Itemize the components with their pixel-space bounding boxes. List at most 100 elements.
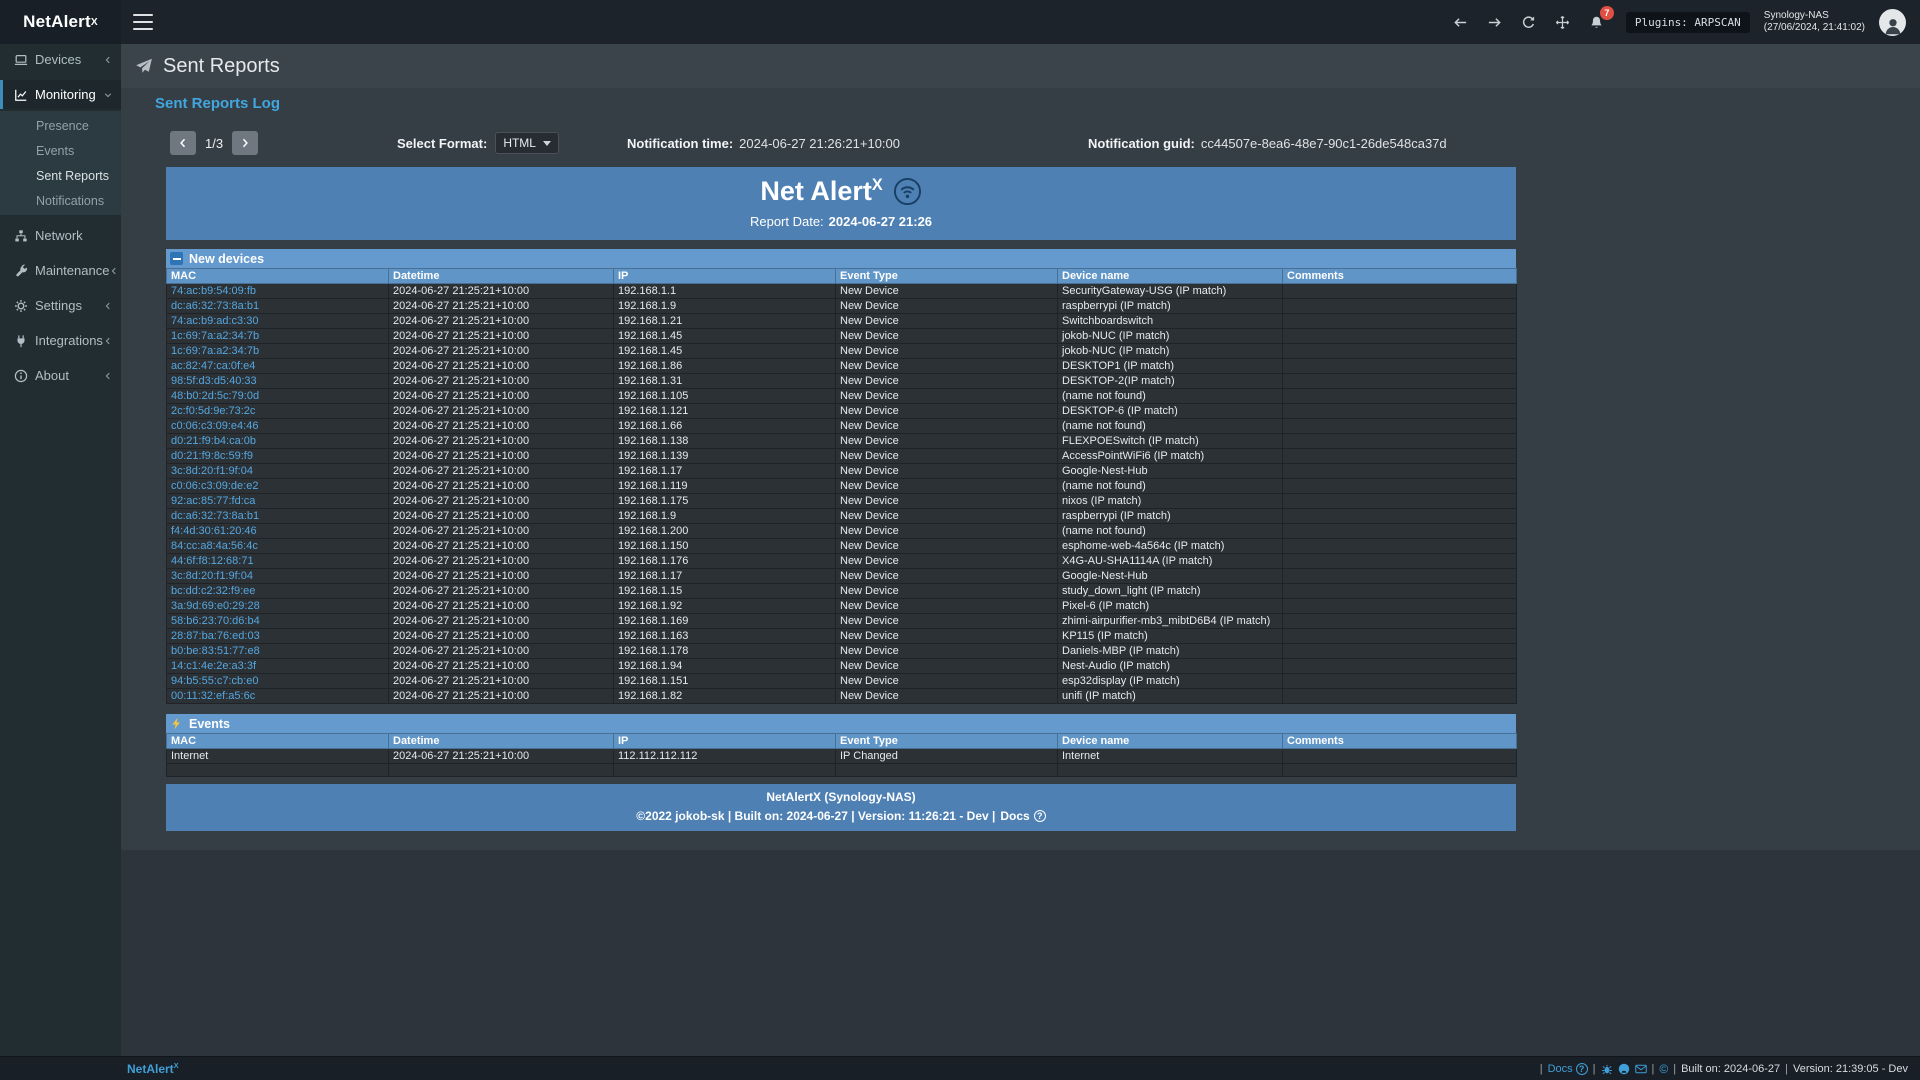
mac-link[interactable]: 1c:69:7a:a2:34:7b <box>171 345 259 357</box>
sidebar-item-settings[interactable]: Settings <box>0 291 121 320</box>
table-cell: Google-Nest-Hub <box>1058 569 1283 584</box>
table-cell: Daniels-MBP (IP match) <box>1058 644 1283 659</box>
mac-link[interactable]: c0:06:c3:09:e4:46 <box>171 420 258 432</box>
mac-link[interactable]: 94:b5:55:c7:cb:e0 <box>171 675 258 687</box>
mac-link[interactable]: c0:06:c3:09:de:e2 <box>171 480 258 492</box>
github-link[interactable] <box>1618 1063 1630 1075</box>
sent-reports-log-link[interactable]: Sent Reports Log <box>155 95 280 112</box>
format-select[interactable]: HTML <box>495 132 559 154</box>
table-cell: 192.168.1.176 <box>614 554 836 569</box>
table-cell: Nest-Audio (IP match) <box>1058 659 1283 674</box>
sidebar-item-sent-reports[interactable]: Sent Reports <box>0 163 121 188</box>
column-header: Device name <box>1058 269 1283 284</box>
mac-link[interactable]: 2c:f0:5d:9e:73:2c <box>171 405 255 417</box>
footer-brand-link[interactable]: NetAlertX <box>127 1061 178 1076</box>
mac-link[interactable]: 74:ac:b9:ad:c3:30 <box>171 315 258 327</box>
chart-icon <box>14 88 28 102</box>
sidebar-item-presence[interactable]: Presence <box>0 113 121 138</box>
mac-link[interactable]: dc:a6:32:73:8a:b1 <box>171 300 259 312</box>
mac-link[interactable]: 3c:8d:20:f1:9f:04 <box>171 570 253 582</box>
sidebar-item-integrations[interactable]: Integrations <box>0 326 121 355</box>
mac-link[interactable]: 3c:8d:20:f1:9f:04 <box>171 465 253 477</box>
mac-link[interactable]: 3a:9d:69:e0:29:28 <box>171 600 260 612</box>
table-cell: 192.168.1.31 <box>614 374 836 389</box>
table-cell: zhimi-airpurifier-mb3_mibtD6B4 (IP match… <box>1058 614 1283 629</box>
sidebar-item-notifications[interactable]: Notifications <box>0 188 121 213</box>
user-avatar[interactable] <box>1879 9 1906 36</box>
table-cell: X4G-AU-SHA1114A (IP match) <box>1058 554 1283 569</box>
mac-link[interactable]: 48:b0:2d:5c:79:0d <box>171 390 259 402</box>
brand-logo[interactable]: NetAlertX <box>0 0 121 44</box>
table-cell: 3c:8d:20:f1:9f:04 <box>167 569 389 584</box>
sidebar-toggle-icon[interactable] <box>133 14 153 30</box>
sidebar-item-monitoring[interactable]: Monitoring <box>0 80 121 109</box>
table-cell: 14:c1:4e:2e:a3:3f <box>167 659 389 674</box>
table-cell: DESKTOP1 (IP match) <box>1058 359 1283 374</box>
mac-link[interactable]: f4:4d:30:61:20:46 <box>171 525 257 537</box>
sidebar-item-events[interactable]: Events <box>0 138 121 163</box>
mac-link[interactable]: 84:cc:a8:4a:56:4c <box>171 540 258 552</box>
mac-link[interactable]: d0:21:f9:b4:ca:0b <box>171 435 256 447</box>
mail-icon <box>1635 1063 1647 1075</box>
sidebar-item-about[interactable]: About <box>0 361 121 390</box>
notifications-bell-button[interactable]: 7 <box>1584 9 1610 35</box>
footer-brand-sup: X <box>174 1061 179 1070</box>
email-link[interactable] <box>1635 1063 1647 1075</box>
table-cell <box>1283 404 1517 419</box>
mac-link[interactable]: 58:b6:23:70:d6:b4 <box>171 615 260 627</box>
table-row: c0:06:c3:09:de:e2 2024-06-27 21:25:21+10:… <box>167 479 1517 494</box>
mac-link[interactable]: b0:be:83:51:77:e8 <box>171 645 260 657</box>
table-row: 1c:69:7a:a2:34:7b 2024-06-27 21:25:21+10:… <box>167 329 1517 344</box>
mac-link[interactable]: 98:5f:d3:d5:40:33 <box>171 375 257 387</box>
sidebar-item-devices[interactable]: Devices <box>0 45 121 74</box>
table-cell <box>1283 644 1517 659</box>
next-page-button[interactable] <box>232 131 258 155</box>
column-header: Datetime <box>389 269 614 284</box>
table-cell: 2c:f0:5d:9e:73:2c <box>167 404 389 419</box>
mac-link[interactable]: bc:dd:c2:32:f9:ee <box>171 585 255 597</box>
report-docs-link[interactable]: Docs <box>1000 809 1045 823</box>
plugins-badge[interactable]: Plugins: ARPSCAN <box>1626 12 1750 33</box>
table-cell: Switchboardswitch <box>1058 314 1283 329</box>
nav-back-button[interactable] <box>1448 9 1474 35</box>
mac-link[interactable]: 1c:69:7a:a2:34:7b <box>171 330 259 342</box>
refresh-button[interactable] <box>1516 9 1542 35</box>
table-cell: 192.168.1.1 <box>614 284 836 299</box>
table-cell: New Device <box>836 314 1058 329</box>
mac-link[interactable]: 44:6f:f8:12:68:71 <box>171 555 254 567</box>
bug-report-link[interactable] <box>1601 1063 1613 1075</box>
table-cell: 2024-06-27 21:25:21+10:00 <box>389 479 614 494</box>
mac-link[interactable]: 92:ac:85:77:fd:ca <box>171 495 255 507</box>
report-footer-meta: ©2022 jokob-sk | Built on: 2024-06-27 | … <box>166 809 1516 823</box>
mac-link[interactable]: ac:82:47:ca:0f:e4 <box>171 360 255 372</box>
table-cell: 84:cc:a8:4a:56:4c <box>167 539 389 554</box>
table-cell <box>1283 524 1517 539</box>
footer-docs-link[interactable]: Docs <box>1548 1063 1588 1075</box>
mac-link[interactable]: 00:11:32:ef:a5:6c <box>171 690 255 702</box>
table-cell: New Device <box>836 419 1058 434</box>
table-cell: 2024-06-27 21:25:21+10:00 <box>389 644 614 659</box>
mac-link[interactable]: d0:21:f9:8c:59:f9 <box>171 450 253 462</box>
nav-forward-button[interactable] <box>1482 9 1508 35</box>
table-cell: 2024-06-27 21:25:21+10:00 <box>389 329 614 344</box>
table-cell: New Device <box>836 344 1058 359</box>
mac-link[interactable]: 14:c1:4e:2e:a3:3f <box>171 660 256 672</box>
move-button[interactable] <box>1550 9 1576 35</box>
table-cell <box>1283 434 1517 449</box>
table-cell: 192.168.1.45 <box>614 329 836 344</box>
mac-link[interactable]: 28:87:ba:76:ed:03 <box>171 630 260 642</box>
table-cell: bc:dd:c2:32:f9:ee <box>167 584 389 599</box>
copyright-icon[interactable] <box>1659 1062 1668 1076</box>
mac-link[interactable]: 74:ac:b9:54:09:fb <box>171 285 256 297</box>
table-row: 48:b0:2d:5c:79:0d2024-06-27 21:25:21+10:… <box>167 389 1517 404</box>
table-cell: 192.168.1.92 <box>614 599 836 614</box>
mac-link[interactable]: dc:a6:32:73:8a:b1 <box>171 510 259 522</box>
prev-page-button[interactable] <box>170 131 196 155</box>
table-cell: 2024-06-27 21:25:21+10:00 <box>389 374 614 389</box>
table-cell <box>1283 494 1517 509</box>
sidebar-item-network[interactable]: Network <box>0 221 121 250</box>
sidebar-item-maintenance[interactable]: Maintenance <box>0 256 121 285</box>
table-cell: 2024-06-27 21:25:21+10:00 <box>389 689 614 704</box>
section-title: New devices <box>189 252 264 266</box>
separator: | <box>1540 1063 1543 1075</box>
